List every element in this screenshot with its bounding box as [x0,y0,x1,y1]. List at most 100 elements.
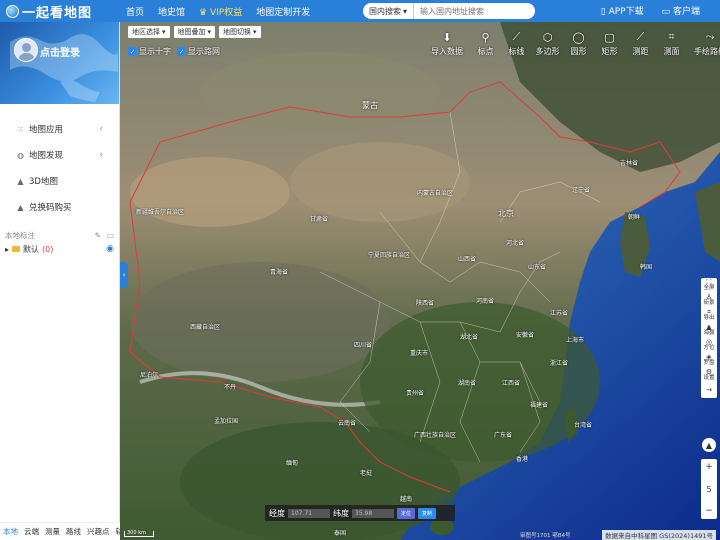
search-input[interactable] [414,6,515,16]
label-hunan: 湖南省 [458,380,477,387]
bearing-button[interactable]: ◎ 方位 [703,338,714,353]
settings-button[interactable]: ⚙ 设置 [703,368,714,383]
client-link[interactable]: ▭ 客户端 [662,4,700,17]
map-checkboxes: ✓ 显示十字 ✓ 显示路网 [128,46,220,57]
avatar[interactable] [14,38,38,62]
mark-line-button[interactable]: ⟋ 标线 [501,28,532,57]
edit-icon[interactable]: ✎ [95,231,101,240]
copy-button[interactable]: 复制 [418,507,437,519]
sidebar-collapse-handle[interactable]: ‹ [120,262,128,288]
show-crosshair-checkbox[interactable]: ✓ 显示十字 [128,46,171,57]
label-bangladesh: 孟加拉国 [214,418,239,425]
layer-folder-row[interactable]: ▸ 默认 (0) ◉ [0,242,119,256]
draw-route-button[interactable]: ⤳ 手绘路线 [687,28,720,57]
compass-button[interactable]: ◈ 罗盘 [703,353,714,368]
scale-bar: 300 km [124,531,154,537]
tab-cloud[interactable]: 云端 [24,526,39,537]
layer-header-icons: ✎ ▭ [95,231,114,240]
layer-folder-name: 默认 [23,244,40,254]
sidebar-menu: ⁙ 地图应用 ‹ ◍ 地图发现 ‹ ▲ 3D地图 ▲ 兑换码购买 [0,116,119,220]
measure-distance-button[interactable]: ⟋ 测距 [625,28,656,57]
chevron-left-icon: ‹ [99,124,103,134]
settings-label: 设置 [703,375,715,382]
sidebar-item-label: 地图发现 [29,151,64,161]
nav-history-museum[interactable]: 地史馆 [158,5,185,18]
folder-add-icon[interactable]: ▭ [107,231,114,240]
import-data-button[interactable]: ⬇ 导入数据 [424,28,470,57]
layer-folder-count: (0) [42,244,54,254]
top-right-links: ▯ APP下载 ▭ 客户端 [601,4,700,17]
logo-text: 一起看地图 [22,5,93,21]
polygon-button[interactable]: ⬡ 多边形 [532,28,563,57]
overlay-select[interactable]: 地图叠加 ▾ [173,26,216,38]
nav-vip-label: VIP权益 [209,7,243,18]
elevation-label: 海拔 [703,330,715,337]
check-icon: ✓ [177,47,186,56]
zoom-level: 5 [706,484,712,494]
map-switch-label: 地图切换 [223,28,252,36]
collapse-tools-button[interactable]: → [706,383,712,398]
locate-button[interactable]: 定位 [397,507,416,519]
label-hubei: 湖北省 [460,334,479,341]
app-download-link[interactable]: ▯ APP下载 [601,4,644,17]
caret-down-icon: ▾ [207,28,212,36]
tab-local[interactable]: 本地 [3,526,18,537]
polygon-label: 多边形 [535,47,560,56]
right-toolbar: ⛶ 全屏 ♙ 街景 ⌗ 导出 ▲ 海拔 ◎ 方位 ◈ 罗盘 ⚙ 设置 → [701,278,717,398]
label-anhui: 安徽省 [516,332,535,339]
label-shanghai: 上海市 [566,337,585,344]
zoom-out-button[interactable]: − [705,506,713,516]
crown-icon: ♛ [199,7,208,18]
elevation-button[interactable]: ▲ 海拔 [703,323,714,338]
eye-icon[interactable]: ◉ [106,244,114,254]
label-shaanxi: 陕西省 [416,300,435,307]
label-liaoning: 辽宁省 [572,187,591,194]
region-select[interactable]: 地区选择 ▾ [128,26,170,38]
export-label: 导出 [703,315,715,322]
tab-measure[interactable]: 测量 [45,526,60,537]
circle-button[interactable]: ◯ 圆形 [563,28,594,57]
map-switch-select[interactable]: 地图切换 ▾ [219,26,261,38]
client-label: 客户端 [672,7,700,17]
logo[interactable]: 一起看地图 [0,0,120,22]
tab-route[interactable]: 路线 [66,526,81,537]
globe-icon [6,4,19,18]
mark-point-button[interactable]: ⚲ 标点 [470,28,501,57]
label-nepal: 尼泊尔 [140,372,159,379]
layer-header: 本地标注 ✎ ▭ [0,228,119,242]
search-type-select[interactable]: 国内搜索 ▾ [363,3,415,19]
show-roads-checkbox[interactable]: ✓ 显示路网 [177,46,220,57]
caret-right-icon[interactable]: ▸ [5,245,9,254]
longitude-label: 经度 [269,508,285,518]
overlay-select-label: 地图叠加 [177,28,206,36]
search-box: 国内搜索 ▾ [363,3,535,19]
label-qinghai: 青海省 [270,269,289,276]
tab-poi[interactable]: 兴趣点 [87,526,110,537]
label-laos: 老挝 [360,470,373,477]
login-link[interactable]: 点击登录 [40,44,80,59]
sidebar-item-map-apps[interactable]: ⁙ 地图应用 ‹ [0,116,119,142]
longitude-input[interactable]: 107.71 [288,508,330,518]
sidebar-item-map-discover[interactable]: ◍ 地图发现 ‹ [0,142,119,168]
map-canvas[interactable]: 蒙古 北京 辽宁省 吉林省 朝鲜 韩国 内蒙古自治区 河北省 山西省 山东省 宁… [120,22,720,540]
nav-home[interactable]: 首页 [126,5,144,18]
label-xinjiang: 新疆维吾尔自治区 [136,209,185,216]
region-select-label: 地区选择 [132,28,160,36]
measure-area-button[interactable]: ⌗ 测面 [656,28,687,57]
fullscreen-button[interactable]: ⛶ 全屏 [703,278,714,293]
street-view-button[interactable]: ♙ 街景 [703,293,714,308]
user-card: 点击登录 [0,22,119,104]
zoom-in-button[interactable]: + [705,462,713,472]
mark-point-label: 标点 [477,47,494,56]
label-guangdong: 广东省 [494,432,513,439]
rectangle-button[interactable]: ▢ 矩形 [594,28,625,57]
sidebar-item-3d-map[interactable]: ▲ 3D地图 [0,168,119,194]
sidebar-item-redeem-code[interactable]: ▲ 兑换码购买 [0,194,119,220]
label-vietnam: 越南 [400,496,413,503]
label-zhejiang: 浙江省 [550,360,569,367]
nav-custom-dev[interactable]: 地图定制开发 [256,5,310,18]
latitude-input[interactable]: 35.98 [352,508,394,518]
nav-vip[interactable]: ♛ VIP权益 [199,5,242,18]
export-button[interactable]: ⌗ 导出 [703,308,714,323]
north-arrow-icon[interactable]: ▲ [702,438,716,452]
